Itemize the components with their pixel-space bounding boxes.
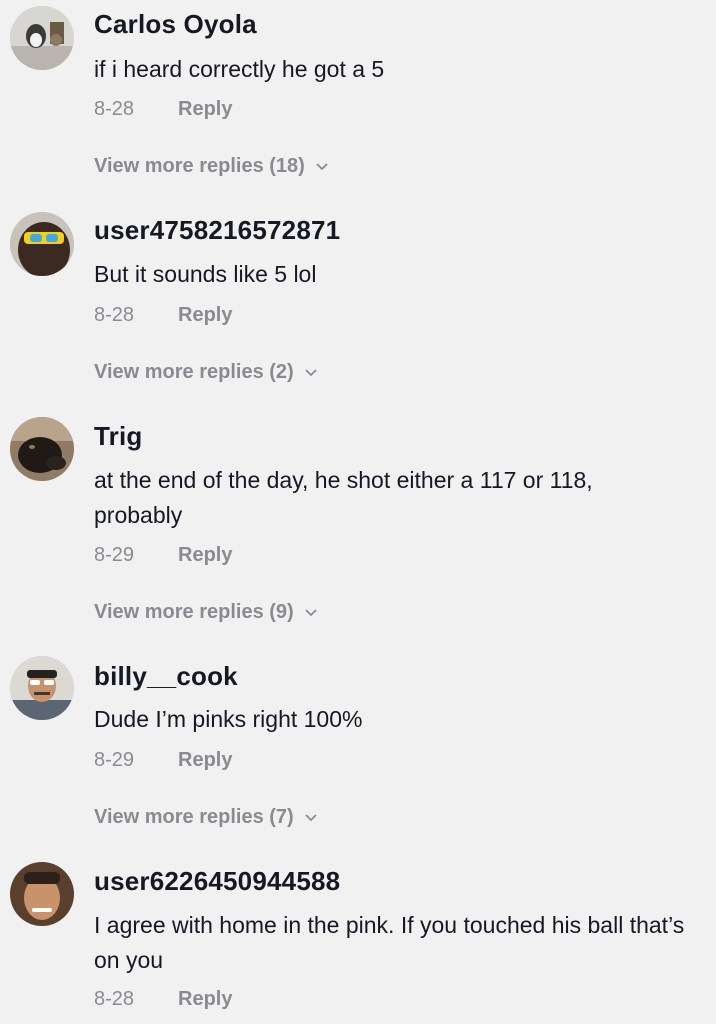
view-more-replies-label: View more replies (9) <box>94 601 294 623</box>
avatar[interactable] <box>10 212 74 276</box>
view-more-replies-label: View more replies (2) <box>94 361 294 383</box>
chevron-down-icon <box>315 155 329 178</box>
view-more-replies-button[interactable]: View more replies (18) <box>94 155 329 178</box>
reply-button[interactable]: Reply <box>178 98 232 120</box>
reply-button[interactable]: Reply <box>178 544 232 566</box>
comment-text: at the end of the day, he shot either a … <box>94 467 593 528</box>
avatar[interactable] <box>10 6 74 70</box>
avatar[interactable] <box>10 417 74 481</box>
comment-text: I agree with home in the pink. If you to… <box>94 912 685 973</box>
chevron-down-icon <box>304 601 318 624</box>
comment-meta: 8-29 Reply <box>94 749 232 772</box>
comment-username[interactable]: user4758216572871 <box>94 215 340 246</box>
comment-date: 8-28 <box>94 988 135 1010</box>
view-more-replies-label: View more replies (7) <box>94 806 294 828</box>
avatar[interactable] <box>10 862 74 926</box>
comment-username[interactable]: Trig <box>94 421 142 452</box>
comment-text: But it sounds like 5 lol <box>94 261 317 287</box>
view-more-replies-button[interactable]: View more replies (9) <box>94 601 318 624</box>
comment-username[interactable]: Carlos Oyola <box>94 9 257 40</box>
comment-meta: 8-28 Reply <box>94 988 232 1011</box>
view-more-replies-button[interactable]: View more replies (2) <box>94 361 318 384</box>
avatar[interactable] <box>10 656 74 720</box>
comment-date: 8-28 <box>94 98 135 120</box>
reply-button[interactable]: Reply <box>178 749 232 771</box>
chevron-down-icon <box>304 361 318 384</box>
chevron-down-icon <box>304 806 318 829</box>
comment-meta: 8-28 Reply <box>94 304 232 327</box>
comment-username[interactable]: user6226450944588 <box>94 866 340 897</box>
comment-date: 8-29 <box>94 544 135 566</box>
view-more-replies-button[interactable]: View more replies (7) <box>94 806 318 829</box>
comment-text: if i heard correctly he got a 5 <box>94 56 385 82</box>
comment-meta: 8-28 Reply <box>94 98 232 121</box>
comment-date: 8-28 <box>94 304 135 326</box>
comment-meta: 8-29 Reply <box>94 544 232 567</box>
comment-date: 8-29 <box>94 749 135 771</box>
comment-username[interactable]: billy__cook <box>94 661 238 692</box>
view-more-replies-label: View more replies (18) <box>94 155 305 177</box>
comment-text: Dude I’m pinks right 100% <box>94 706 363 732</box>
reply-button[interactable]: Reply <box>178 304 232 326</box>
reply-button[interactable]: Reply <box>178 988 232 1010</box>
